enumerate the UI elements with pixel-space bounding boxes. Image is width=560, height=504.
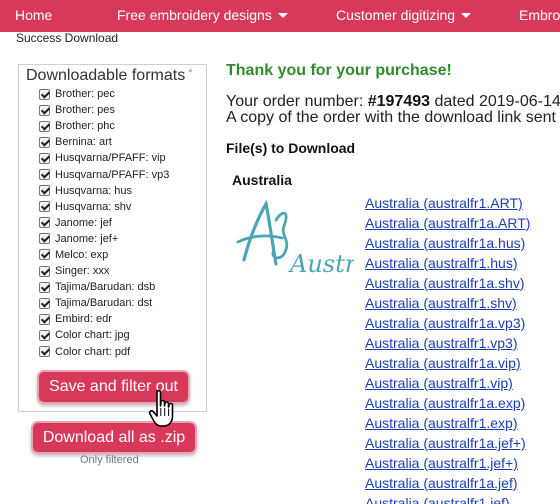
format-checkbox[interactable] (39, 265, 50, 277)
format-label: Bernina: art (55, 136, 112, 149)
format-label: Tajima/Barudan: dst (55, 297, 153, 310)
order-prefix: Your order number: (226, 93, 368, 110)
format-label: Brother: phc (55, 120, 115, 133)
chevron-down-icon (277, 13, 288, 18)
format-checkbox[interactable] (39, 281, 50, 293)
format-checkbox[interactable] (39, 329, 50, 341)
file-download-link[interactable]: Australia (australfr1a.jef) (365, 475, 530, 495)
format-checkbox[interactable] (39, 346, 50, 358)
thank-you-message: Thank you for your purchase! (226, 62, 452, 79)
format-option[interactable]: Melco: exp (39, 247, 169, 263)
format-checkbox[interactable] (39, 104, 50, 116)
file-download-link[interactable]: Australia (australfr1.exp) (365, 415, 530, 435)
format-checkbox[interactable] (39, 233, 50, 245)
file-download-link[interactable]: Australia (australfr1.ART) (365, 195, 530, 215)
format-checkbox[interactable] (39, 297, 50, 309)
order-date: dated 2019-06-14 (430, 93, 560, 110)
format-label: Brother: pec (55, 88, 115, 101)
file-download-link[interactable]: Australia (australfr1a.ART) (365, 215, 530, 235)
files-heading: File(s) to Download (226, 140, 356, 156)
format-checkbox[interactable] (39, 217, 50, 229)
nav-home[interactable]: Home (15, 7, 52, 23)
format-option[interactable]: Embird: edr (39, 311, 169, 327)
format-label: Husqvarna/PFAFF: vip (55, 152, 166, 165)
format-option[interactable]: Tajima/Barudan: dst (39, 295, 169, 311)
format-checkbox[interactable] (39, 185, 50, 197)
file-download-link[interactable]: Australia (australfr1.vip) (365, 375, 530, 395)
top-nav: Home Free embroidery designs Customer di… (0, 0, 560, 32)
format-option[interactable]: Brother: pes (39, 102, 169, 118)
hand-pointer-icon (148, 389, 174, 427)
chevron-down-icon (461, 13, 472, 18)
nav-embro[interactable]: Embro (519, 7, 560, 23)
copy-sent-line: A copy of the order with the download li… (226, 109, 556, 126)
breadcrumb: Success Download (16, 31, 119, 45)
formats-panel: Downloadable formats * Brother: pec Brothe… (18, 64, 207, 412)
format-option[interactable]: Janome: jef+ (39, 231, 169, 247)
format-checkbox[interactable] (39, 249, 50, 261)
format-option[interactable]: Janome: jef (39, 215, 169, 231)
format-option[interactable]: Bernina: art (39, 134, 169, 150)
design-preview-image: Australia (236, 199, 354, 278)
format-checkbox[interactable] (39, 136, 50, 148)
design-name: Australia (232, 172, 292, 188)
format-label: Husqvarna: hus (55, 184, 133, 197)
format-checkbox[interactable] (39, 313, 50, 325)
format-label: Husqvarna/PFAFF: vp3 (55, 168, 170, 181)
file-download-link[interactable]: Australia (australfr1a.shv) (365, 275, 530, 295)
nav-free-designs[interactable]: Free embroidery designs (117, 7, 288, 23)
file-download-link[interactable]: Australia (australfr1a.hus) (365, 235, 530, 255)
preview-lettering: Australia (288, 250, 354, 278)
format-checkbox[interactable] (39, 169, 50, 181)
nav-free-designs-label: Free embroidery designs (117, 7, 272, 23)
nav-customer-digitizing-label: Customer digitizing (336, 7, 456, 23)
format-option[interactable]: Color chart: pdf (39, 344, 169, 360)
format-checkbox[interactable] (39, 152, 50, 164)
format-option[interactable]: Brother: phc (39, 118, 169, 134)
format-option[interactable]: Husqvarna/PFAFF: vp3 (39, 166, 169, 182)
format-option[interactable]: Husqvarna: shv (39, 199, 169, 215)
file-download-link[interactable]: Australia (australfr1a.vip) (365, 355, 530, 375)
formats-title: Downloadable formats * (26, 67, 192, 85)
format-checkbox[interactable] (39, 120, 50, 132)
format-label: Embird: edr (55, 313, 112, 326)
required-mark: * (188, 67, 193, 79)
only-filtered-note: Only filtered (80, 454, 139, 466)
format-label: Color chart: jpg (55, 329, 130, 342)
format-label: Tajima/Barudan: dsb (55, 281, 156, 294)
formats-title-text: Downloadable formats (26, 67, 186, 84)
format-list: Brother: pec Brother: pes Brother: phc Bern… (39, 86, 169, 360)
file-download-link[interactable]: Australia (australfr1a.jef+) (365, 435, 530, 455)
format-label: Color chart: pdf (55, 345, 131, 358)
format-option[interactable]: Tajima/Barudan: dsb (39, 279, 169, 295)
file-download-link[interactable]: Australia (australfr1.shv) (365, 295, 530, 315)
nav-customer-digitizing[interactable]: Customer digitizing (336, 7, 472, 23)
format-option[interactable]: Husqvarna/PFAFF: vip (39, 150, 169, 166)
format-label: Singer: xxx (55, 265, 110, 278)
file-links-list: Australia (australfr1.ART) Australia (aus… (365, 195, 530, 504)
order-number: #197493 (367, 93, 431, 110)
format-label: Janome: jef+ (55, 232, 119, 245)
format-checkbox[interactable] (39, 88, 50, 100)
format-option[interactable]: Singer: xxx (39, 263, 169, 279)
nav-embro-label: Embro (519, 7, 560, 23)
file-download-link[interactable]: Australia (australfr1a.exp) (365, 395, 530, 415)
format-checkbox[interactable] (39, 201, 50, 213)
file-download-link[interactable]: Australia (australfr1.jef+) (365, 455, 530, 475)
format-label: Husqvarna: shv (55, 200, 132, 213)
format-label: Melco: exp (55, 248, 109, 261)
format-option[interactable]: Brother: pec (39, 86, 169, 102)
file-download-link[interactable]: Australia (australfr1.vp3) (365, 335, 530, 355)
format-option[interactable]: Color chart: jpg (39, 327, 169, 343)
format-label: Janome: jef (55, 216, 112, 229)
format-label: Brother: pes (55, 104, 115, 117)
nav-home-label: Home (15, 7, 53, 23)
file-download-link[interactable]: Australia (australfr1.jef) (365, 495, 530, 504)
format-option[interactable]: Husqvarna: hus (39, 183, 169, 199)
file-download-link[interactable]: Australia (australfr1.hus) (365, 255, 530, 275)
file-download-link[interactable]: Australia (australfr1a.vp3) (365, 315, 530, 335)
